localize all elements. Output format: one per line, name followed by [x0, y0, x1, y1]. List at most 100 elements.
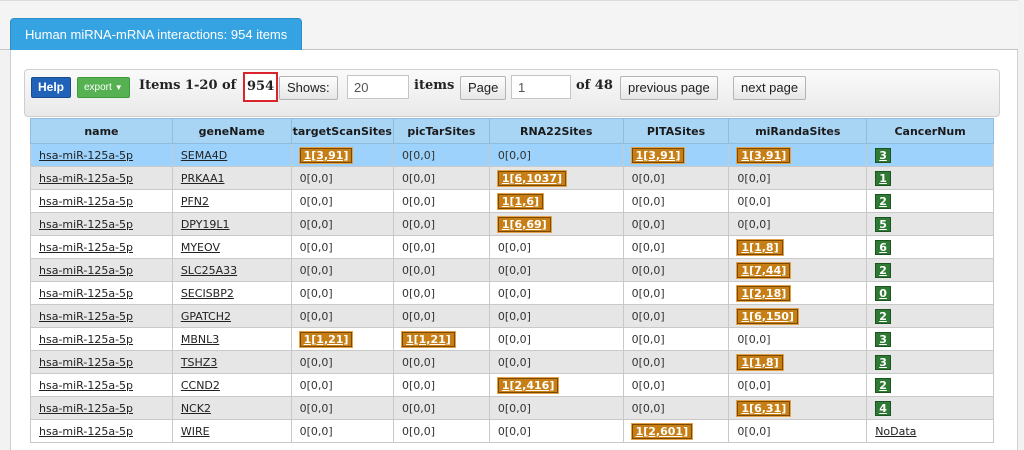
mirna-link[interactable]: hsa-miR-125a-5p	[39, 425, 133, 438]
rna22-sites-badge[interactable]: 1[1,6]	[496, 192, 545, 210]
gene-link[interactable]: SEMA4D	[181, 149, 227, 162]
pita-sites-value: 0[0,0]	[631, 217, 665, 231]
rna22-sites-cell: 0[0,0]	[488, 304, 624, 328]
mirna-link[interactable]: hsa-miR-125a-5p	[39, 333, 133, 346]
mirna-link[interactable]: hsa-miR-125a-5p	[39, 195, 133, 208]
table-row[interactable]: hsa-miR-125a-5p GPATCH2 0[0,0] 0[0,0] 0[0,0]…	[30, 304, 994, 328]
column-header-rna22sites[interactable]: RNA22Sites	[488, 118, 624, 144]
gene-link[interactable]: GPATCH2	[181, 310, 231, 323]
column-header-mirandasites[interactable]: miRandaSites	[728, 118, 868, 144]
miranda-sites-badge[interactable]: 1[7,44]	[736, 261, 792, 279]
cancer-num-badge[interactable]: 0	[875, 285, 891, 301]
caret-down-icon: ▼	[114, 83, 123, 92]
miranda-sites-badge[interactable]: 1[6,150]	[736, 307, 799, 325]
gene-link[interactable]: MYEOV	[181, 241, 220, 254]
targetscan-sites-badge[interactable]: 1[3,91]	[298, 146, 354, 164]
table-row[interactable]: hsa-miR-125a-5p SLC25A33 0[0,0] 0[0,0] 0[0,0…	[30, 258, 994, 282]
gene-link[interactable]: TSHZ3	[181, 356, 218, 369]
rna22-sites-value: 0[0,0]	[497, 332, 531, 346]
page-button[interactable]: Page	[460, 76, 507, 100]
cancer-num-badge[interactable]: 4	[875, 400, 891, 416]
pita-sites-badge[interactable]: 1[2,601]	[630, 422, 694, 440]
cancer-num-badge[interactable]: 3	[875, 354, 891, 370]
table-row[interactable]: hsa-miR-125a-5p CCND2 0[0,0] 0[0,0] 1[2,416]…	[30, 373, 994, 397]
miranda-sites-badge[interactable]: 1[3,91]	[736, 146, 792, 164]
table-row[interactable]: hsa-miR-125a-5p MBNL3 1[1,21] 1[1,21] 0[0,0]…	[30, 327, 994, 351]
help-button[interactable]: Help	[31, 77, 72, 98]
cancer-num-link[interactable]: NoData	[875, 425, 916, 438]
miranda-sites-badge[interactable]: 1[1,8]	[736, 353, 784, 371]
pictar-sites-cell: 0[0,0]	[392, 350, 490, 374]
export-label: export	[84, 82, 112, 93]
cancer-num-badge[interactable]: 2	[875, 377, 891, 393]
cancer-num-badge[interactable]: 2	[875, 308, 891, 324]
table-row[interactable]: hsa-miR-125a-5p WIRE 0[0,0] 0[0,0] 0[0,0] 1[2…	[30, 419, 994, 443]
page-number-input[interactable]: 1	[511, 75, 571, 99]
column-header-targetscansites[interactable]: targetScanSites	[290, 118, 394, 144]
mirna-link[interactable]: hsa-miR-125a-5p	[39, 172, 133, 185]
rna22-sites-badge[interactable]: 1[2,416]	[496, 376, 560, 394]
mirna-link[interactable]: hsa-miR-125a-5p	[39, 287, 133, 300]
gene-link[interactable]: NCK2	[181, 402, 211, 415]
pita-sites-badge[interactable]: 1[3,91]	[630, 146, 686, 164]
cancer-num-cell: 3	[866, 350, 994, 374]
targetscan-sites-cell: 0[0,0]	[290, 281, 394, 305]
cancer-num-badge[interactable]: 6	[875, 239, 891, 255]
table-row[interactable]: hsa-miR-125a-5p PRKAA1 0[0,0] 0[0,0] 1[6,103…	[30, 166, 994, 190]
column-header-pictarsites[interactable]: picTarSites	[392, 118, 490, 144]
cancer-num-badge[interactable]: 5	[875, 216, 891, 232]
previous-page-button[interactable]: previous page	[620, 76, 718, 100]
cancer-num-badge[interactable]: 3	[875, 147, 891, 163]
mirna-link[interactable]: hsa-miR-125a-5p	[39, 218, 133, 231]
pita-sites-cell: 0[0,0]	[622, 189, 730, 213]
mirna-link[interactable]: hsa-miR-125a-5p	[39, 310, 133, 323]
gene-link[interactable]: SECISBP2	[181, 287, 234, 300]
mirna-link[interactable]: hsa-miR-125a-5p	[39, 356, 133, 369]
cancer-num-badge[interactable]: 2	[875, 262, 891, 278]
table-row[interactable]: hsa-miR-125a-5p PFN2 0[0,0] 0[0,0] 1[1,6] 0[0…	[30, 189, 994, 213]
mirna-link[interactable]: hsa-miR-125a-5p	[39, 241, 133, 254]
gene-cell: DPY19L1	[171, 212, 292, 236]
table-row[interactable]: hsa-miR-125a-5p MYEOV 0[0,0] 0[0,0] 0[0,0] 0[…	[30, 235, 994, 259]
next-page-button[interactable]: next page	[733, 76, 807, 100]
miranda-sites-cell: 0[0,0]	[728, 166, 868, 190]
table-row[interactable]: hsa-miR-125a-5p DPY19L1 0[0,0] 0[0,0] 1[6,69…	[30, 212, 994, 236]
pictar-sites-badge[interactable]: 1[1,21]	[400, 330, 456, 348]
gene-link[interactable]: MBNL3	[181, 333, 219, 346]
table-row[interactable]: hsa-miR-125a-5p SECISBP2 0[0,0] 0[0,0] 0[0,0…	[30, 281, 994, 305]
rna22-sites-value: 0[0,0]	[497, 240, 531, 254]
export-dropdown-button[interactable]: export ▼	[77, 77, 130, 98]
cancer-num-badge[interactable]: 1	[875, 170, 891, 186]
gene-link[interactable]: CCND2	[181, 379, 220, 392]
column-header-cancernum[interactable]: CancerNum	[866, 118, 994, 144]
column-header-name[interactable]: name	[30, 118, 173, 144]
pictar-sites-value: 0[0,0]	[401, 263, 436, 277]
cancer-num-badge[interactable]: 3	[875, 331, 891, 347]
cancer-num-badge[interactable]: 2	[875, 193, 891, 209]
gene-link[interactable]: WIRE	[181, 425, 210, 438]
gene-link[interactable]: SLC25A33	[181, 264, 237, 277]
gene-link[interactable]: DPY19L1	[181, 218, 230, 231]
targetscan-sites-badge[interactable]: 1[1,21]	[298, 330, 354, 348]
page-size-input[interactable]: 20	[347, 75, 409, 99]
table-row[interactable]: hsa-miR-125a-5p SEMA4D 1[3,91] 0[0,0] 0[0,0]…	[30, 143, 994, 167]
pictar-sites-cell: 0[0,0]	[392, 373, 490, 397]
tab-interactions[interactable]: Human miRNA-mRNA interactions: 954 items	[10, 18, 303, 51]
column-header-pitasites[interactable]: PITASites	[622, 118, 730, 144]
rna22-sites-badge[interactable]: 1[6,69]	[496, 215, 552, 233]
table-row[interactable]: hsa-miR-125a-5p TSHZ3 0[0,0] 0[0,0] 0[0,0] 0[…	[30, 350, 994, 374]
mirna-link[interactable]: hsa-miR-125a-5p	[39, 264, 133, 277]
column-header-genename[interactable]: geneName	[171, 118, 292, 144]
rna22-sites-badge[interactable]: 1[6,1037]	[496, 169, 568, 187]
table-row[interactable]: hsa-miR-125a-5p NCK2 0[0,0] 0[0,0] 0[0,0] 0[0…	[30, 396, 994, 420]
shows-button[interactable]: Shows:	[279, 76, 338, 100]
gene-link[interactable]: PRKAA1	[181, 172, 225, 185]
mirna-link[interactable]: hsa-miR-125a-5p	[39, 402, 133, 415]
miranda-sites-badge[interactable]: 1[2,18]	[736, 284, 792, 302]
gene-link[interactable]: PFN2	[181, 195, 209, 208]
miranda-sites-cell: 0[0,0]	[728, 212, 868, 236]
miranda-sites-badge[interactable]: 1[6,31]	[736, 399, 792, 417]
mirna-link[interactable]: hsa-miR-125a-5p	[39, 149, 133, 162]
mirna-link[interactable]: hsa-miR-125a-5p	[39, 379, 133, 392]
miranda-sites-badge[interactable]: 1[1,8]	[736, 238, 784, 256]
